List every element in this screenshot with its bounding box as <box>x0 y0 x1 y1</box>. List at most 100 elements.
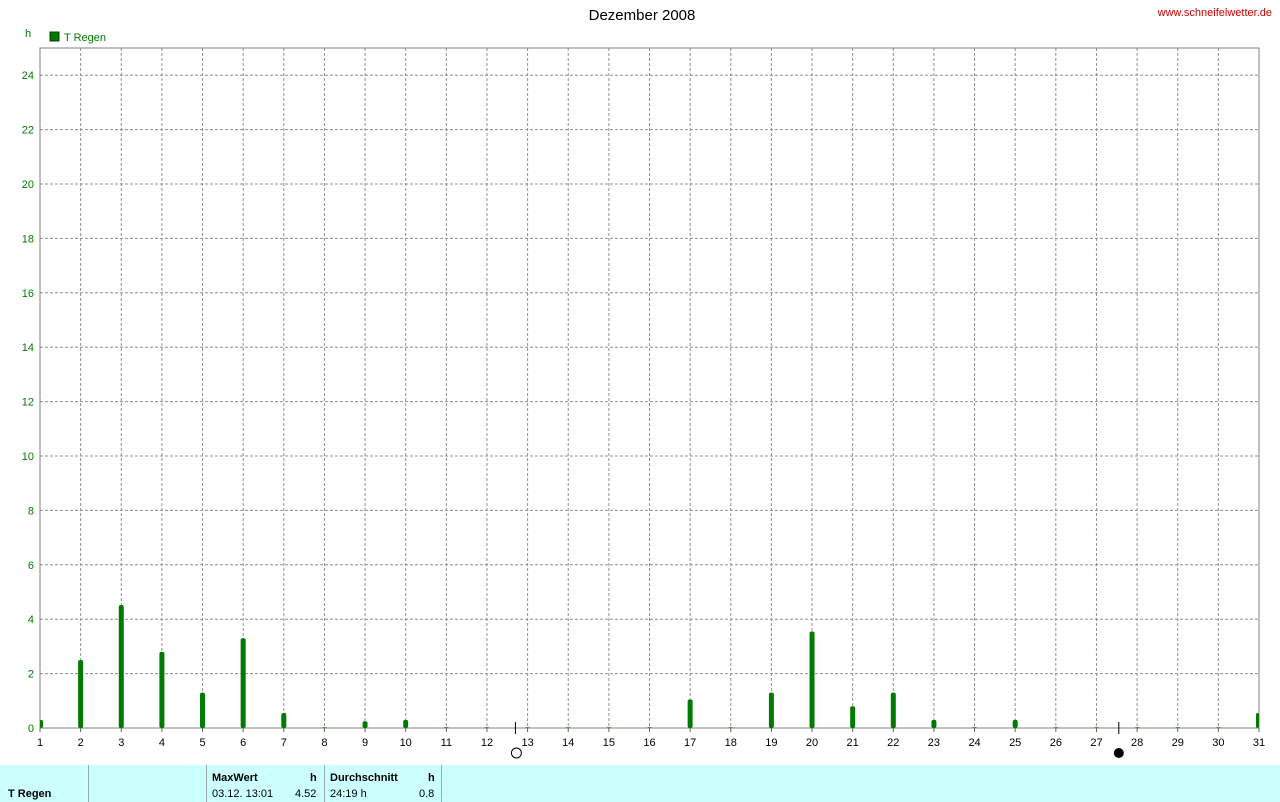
rain-bar <box>768 692 774 728</box>
rain-bar <box>281 713 287 728</box>
rain-bar <box>484 727 490 728</box>
x-tick-label: 25 <box>1009 737 1021 749</box>
x-tick-label: 31 <box>1253 737 1265 749</box>
rain-bar <box>40 719 43 728</box>
y-tick-label: 14 <box>22 342 34 354</box>
legend-label: T Regen <box>64 32 106 44</box>
max-header: MaxWert <box>212 772 258 784</box>
rain-duration-chart: 024681012141618202224 1 2 3 4 5 6 7 8 9 10 11 12 13 1… <box>22 7 1272 759</box>
x-axis-ticks: 1 2 3 4 5 6 7 8 9 10 11 12 13 14 15 16 17 18 19 20 21 22 23 24 2… <box>37 728 1265 749</box>
footer-divider <box>206 765 207 802</box>
footer-divider <box>88 765 89 802</box>
x-tick-label: 5 <box>199 737 205 749</box>
y-tick-label: 2 <box>28 669 34 681</box>
rain-bar <box>1134 727 1140 728</box>
y-tick-label: 22 <box>22 125 34 137</box>
rain-bar <box>606 727 612 728</box>
y-axis-ticks: 024681012141618202224 <box>22 70 34 735</box>
x-tick-label: 26 <box>1050 737 1062 749</box>
avg-unit: h <box>428 772 435 784</box>
x-tick-label: 24 <box>968 737 980 749</box>
rain-bar <box>1256 713 1259 728</box>
avg-header: Durchschnitt <box>330 772 398 784</box>
x-tick-label: 14 <box>562 737 574 749</box>
full-moon-icon <box>510 747 522 759</box>
x-tick-label: 9 <box>362 737 368 749</box>
summary-footer: T Regen MaxWert h 03.12. 13:01 4.52 Durc… <box>0 765 1280 802</box>
rain-bar <box>1053 727 1059 728</box>
max-date: 03.12. 13:01 <box>212 788 274 800</box>
x-tick-label: 15 <box>603 737 615 749</box>
rain-bar <box>728 727 734 728</box>
x-tick-label: 19 <box>765 737 777 749</box>
y-tick-label: 6 <box>28 560 34 572</box>
x-tick-label: 11 <box>441 737 452 749</box>
rain-bar <box>890 692 896 728</box>
max-value: 4.52 <box>295 788 317 800</box>
legend: T Regen <box>49 31 106 44</box>
rain-bar <box>1175 727 1181 728</box>
rain-bar <box>931 719 937 728</box>
rain-bar <box>321 727 327 728</box>
x-tick-label: 7 <box>281 737 287 749</box>
x-tick-label: 22 <box>887 737 899 749</box>
x-tick-label: 20 <box>806 737 818 749</box>
footer-divider <box>324 765 325 802</box>
new-moon-icon <box>1113 748 1124 758</box>
x-tick-label: 29 <box>1172 737 1184 749</box>
x-tick-label: 1 <box>37 737 43 749</box>
x-tick-label: 21 <box>847 737 859 749</box>
y-tick-label: 12 <box>22 397 34 409</box>
footer-series-label: T Regen <box>8 788 52 800</box>
rain-bar <box>159 651 165 728</box>
rain-bar <box>200 692 206 728</box>
y-tick-label: 20 <box>22 179 34 191</box>
avg-value: 0.8 <box>419 788 435 800</box>
y-tick-label: 8 <box>28 505 34 517</box>
x-tick-label: 12 <box>481 737 493 749</box>
rain-bar <box>78 660 84 728</box>
x-tick-label: 17 <box>684 737 696 749</box>
rain-bar <box>1215 727 1221 728</box>
rain-bar <box>240 638 246 728</box>
x-tick-label: 16 <box>643 737 655 749</box>
y-tick-label: 4 <box>28 614 34 626</box>
chart-title: Dezember 2008 <box>589 7 696 24</box>
rain-bar <box>687 699 693 728</box>
y-tick-label: 24 <box>22 70 34 82</box>
rain-bar <box>1012 719 1018 728</box>
rain-bar <box>443 727 449 728</box>
y-tick-label: 18 <box>22 233 34 245</box>
rain-bar <box>565 727 571 728</box>
x-tick-label: 27 <box>1090 737 1102 749</box>
footer-divider <box>441 765 442 802</box>
rain-bar <box>647 727 652 728</box>
y-tick-label: 16 <box>22 288 34 300</box>
rain-bar <box>525 727 531 728</box>
y-tick-label: 10 <box>22 451 34 463</box>
x-tick-label: 8 <box>321 737 327 749</box>
x-tick-label: 10 <box>400 737 412 749</box>
x-tick-label: 30 <box>1212 737 1224 749</box>
rain-bar <box>850 706 856 728</box>
x-tick-label: 13 <box>521 737 533 749</box>
x-tick-label: 2 <box>78 737 84 749</box>
x-tick-label: 6 <box>240 737 246 749</box>
rain-bar <box>362 721 368 728</box>
source-link[interactable]: www.schneifelwetter.de <box>1157 7 1272 19</box>
rain-bar <box>403 719 409 728</box>
x-tick-label: 3 <box>118 737 124 749</box>
max-unit: h <box>310 772 317 784</box>
y-axis-label: h <box>25 28 31 40</box>
x-tick-label: 18 <box>725 737 737 749</box>
x-tick-label: 28 <box>1131 737 1143 749</box>
grid-lines <box>40 48 1259 728</box>
rain-bar <box>972 727 978 728</box>
rain-bar <box>1093 727 1099 728</box>
avg-total: 24:19 h <box>330 788 367 800</box>
rain-bar <box>118 605 124 728</box>
x-tick-label: 4 <box>159 737 165 749</box>
x-tick-label: 23 <box>928 737 940 749</box>
rain-bar <box>809 631 815 728</box>
legend-swatch <box>49 31 60 42</box>
